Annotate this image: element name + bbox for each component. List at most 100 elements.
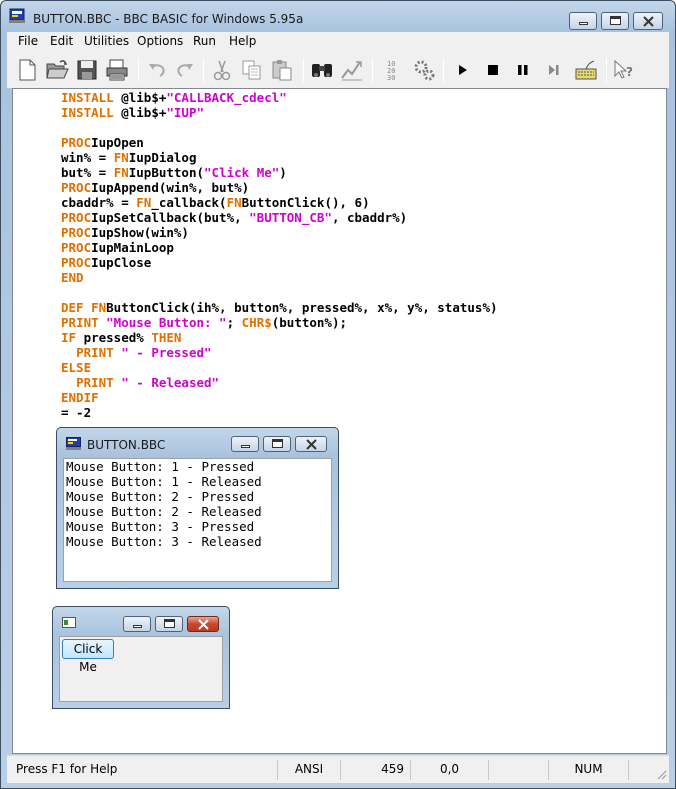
code-line: IF pressed% THEN — [61, 330, 181, 345]
output-line: Mouse Button: 2 - Pressed — [66, 489, 255, 504]
code-token: PROC — [61, 180, 92, 195]
code-token: = -2 — [61, 405, 92, 420]
replace-icon[interactable] — [340, 58, 364, 82]
toolbar: 10 20 30 ? — [7, 52, 669, 88]
minimize-icon — [133, 625, 142, 628]
output-line: Mouse Button: 1 - Pressed — [66, 459, 255, 474]
menu-run[interactable]: Run — [193, 34, 216, 48]
menu-file[interactable]: File — [18, 34, 38, 48]
code-token: but% = — [61, 165, 114, 180]
code-editor[interactable]: INSTALL @lib$+"CALLBACK_cdecl" INSTALL @l… — [12, 88, 667, 754]
code-line: PROCIupMainLoop — [61, 240, 174, 255]
code-line: ENDIF — [61, 390, 99, 405]
copy-icon[interactable] — [240, 58, 264, 82]
context-help-icon[interactable]: ? — [612, 58, 636, 82]
code-token: IupButton( — [128, 165, 205, 180]
compile-icon[interactable] — [412, 58, 436, 82]
code-token: INSTALL — [61, 105, 122, 120]
code-token: cbaddr% = — [61, 195, 137, 210]
stop-icon[interactable] — [481, 58, 505, 82]
output-maximize-button[interactable] — [263, 436, 291, 452]
output-line: Mouse Button: 3 - Released — [66, 534, 262, 549]
code-token: @lib$+ — [121, 105, 167, 120]
close-button[interactable] — [633, 12, 663, 30]
step-icon[interactable] — [541, 58, 565, 82]
click-me-button[interactable]: Click Me — [62, 639, 114, 674]
toolbar-separator — [303, 58, 304, 82]
undo-icon[interactable] — [145, 58, 169, 82]
output-line: Mouse Button: 3 - Pressed — [66, 519, 255, 534]
maximize-icon — [164, 619, 175, 628]
maximize-button[interactable] — [601, 12, 629, 30]
toolbar-separator — [606, 58, 607, 82]
code-token: PROC — [61, 255, 92, 270]
open-folder-icon[interactable] — [45, 58, 69, 82]
code-token: IupOpen — [91, 135, 144, 150]
code-token: win% = — [61, 150, 114, 165]
status-size: 459 — [340, 760, 410, 780]
code-token: IF — [61, 330, 84, 345]
code-token: ENDIF — [61, 390, 99, 405]
code-token: ) — [279, 165, 287, 180]
status-help-text: Press F1 for Help — [16, 762, 118, 776]
save-icon[interactable] — [75, 58, 99, 82]
main-window: BUTTON.BBC - BBC BASIC for Windows 5.95a… — [0, 0, 676, 789]
code-line: PRINT "Mouse Button: "; CHR$(button%); — [61, 315, 347, 330]
output-line: Mouse Button: 1 - Released — [66, 474, 262, 489]
output-minimize-button[interactable] — [231, 436, 259, 452]
code-token: THEN — [151, 330, 182, 345]
menu-options[interactable]: Options — [137, 34, 183, 48]
minimize-button[interactable] — [569, 12, 597, 30]
menu-help[interactable]: Help — [229, 34, 256, 48]
status-encoding: ANSI — [277, 760, 340, 780]
dialog-maximize-button[interactable] — [155, 616, 183, 632]
code-token: CHR$ — [241, 315, 272, 330]
redo-icon[interactable] — [173, 58, 197, 82]
code-token: , cbaddr%) — [331, 210, 408, 225]
run-icon[interactable] — [451, 58, 475, 82]
output-close-button[interactable] — [295, 436, 327, 452]
maximize-icon — [610, 16, 621, 25]
find-icon[interactable] — [310, 58, 334, 82]
status-num: NUM — [548, 760, 628, 780]
paste-icon[interactable] — [270, 58, 294, 82]
code-token: " - Released" — [121, 375, 220, 390]
dialog-client-area: Click Me — [59, 636, 223, 702]
code-line: PRINT " - Released" — [61, 375, 219, 390]
print-icon[interactable] — [105, 58, 129, 82]
code-token: "Mouse Button: " — [106, 315, 227, 330]
dialog-close-button[interactable] — [187, 616, 219, 632]
code-line: win% = FNIupDialog — [61, 150, 196, 165]
iup-dialog-window: Click Me — [52, 606, 230, 709]
dialog-minimize-button[interactable] — [123, 616, 151, 632]
app-icon — [9, 8, 25, 23]
code-line: PROCIupAppend(win%, but%) — [61, 180, 249, 195]
code-line: PRINT " - Pressed" — [61, 345, 212, 360]
code-token: IupMainLoop — [91, 240, 174, 255]
pause-icon[interactable] — [511, 58, 535, 82]
code-line: INSTALL @lib$+"CALLBACK_cdecl" — [61, 90, 287, 105]
resize-grip-icon[interactable] — [655, 768, 667, 780]
code-token: pressed% — [83, 330, 152, 345]
title-bar[interactable]: BUTTON.BBC - BBC BASIC for Windows 5.95a — [1, 1, 675, 31]
code-line: cbaddr% = FN_callback(FNButtonClick(), 6… — [61, 195, 370, 210]
toolbar-separator — [138, 58, 139, 82]
app-icon — [66, 437, 81, 450]
new-file-icon[interactable] — [15, 58, 39, 82]
code-token: " - Pressed" — [121, 345, 212, 360]
code-line: ELSE — [61, 360, 91, 375]
immediate-mode-icon[interactable] — [574, 58, 598, 82]
code-token: DEF FN — [61, 300, 107, 315]
code-line: INSTALL @lib$+"IUP" — [61, 105, 204, 120]
renumber-icon[interactable]: 10 20 30 — [384, 58, 408, 82]
menu-utilities[interactable]: Utilities — [84, 34, 129, 48]
code-line: END — [61, 270, 84, 285]
output-lines: Mouse Button: 1 - Pressed Mouse Button: 1… — [66, 459, 262, 549]
menu-edit[interactable]: Edit — [50, 34, 73, 48]
code-token: "IUP" — [166, 105, 205, 120]
output-text-area[interactable]: Mouse Button: 1 - Pressed Mouse Button: 1… — [63, 458, 332, 582]
output-window: BUTTON.BBC Mouse Button: 1 - Pressed Mous… — [56, 427, 339, 589]
cut-icon[interactable] — [210, 58, 234, 82]
maximize-icon — [272, 439, 283, 448]
